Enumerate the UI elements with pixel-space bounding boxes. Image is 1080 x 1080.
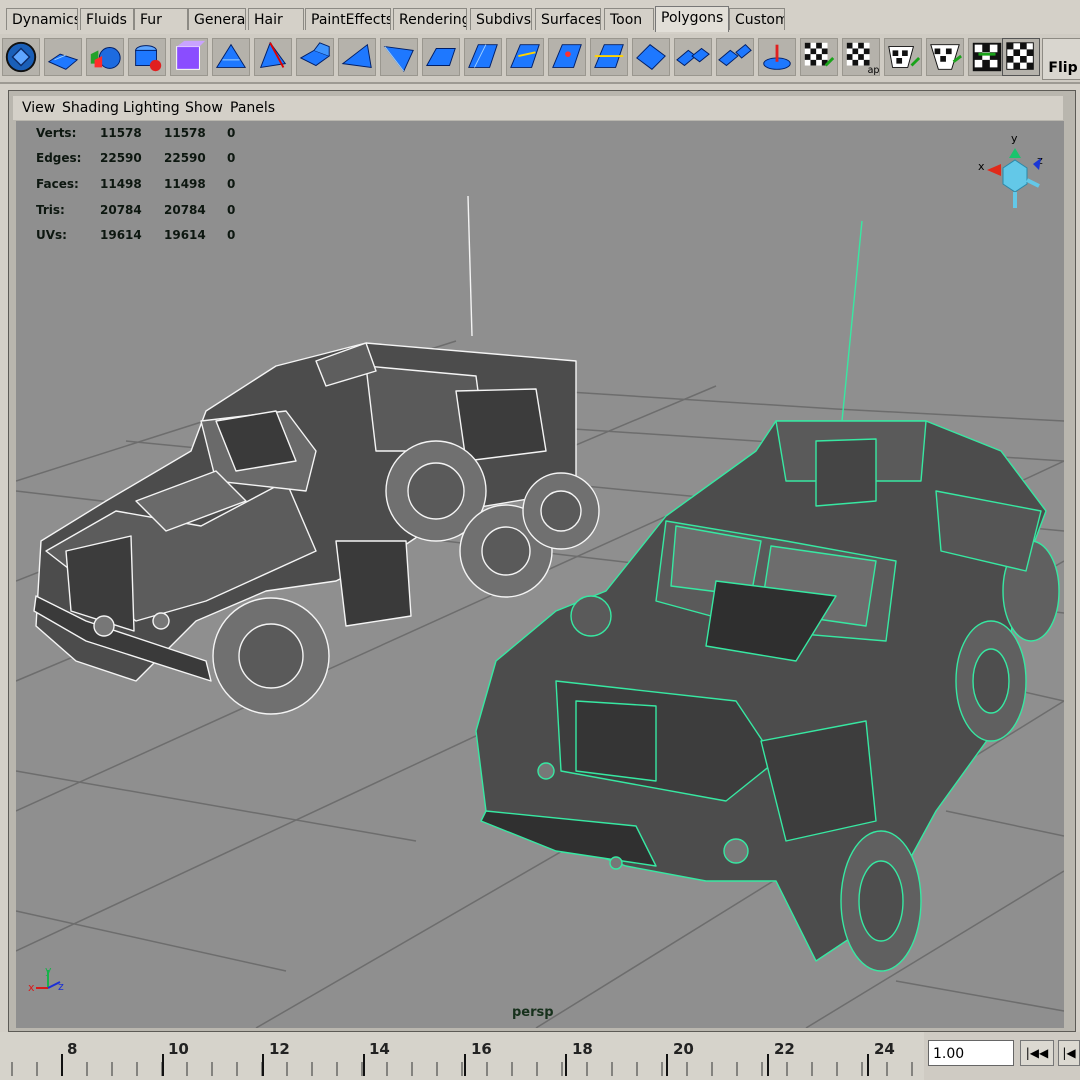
- tab-toon[interactable]: Toon: [604, 8, 654, 30]
- hud-extra: 0: [227, 228, 236, 242]
- spherical-mapping-icon[interactable]: [968, 38, 1006, 76]
- tick-label: 16: [471, 1040, 492, 1058]
- combine-icon[interactable]: [674, 38, 712, 76]
- world-axis-y-label: y: [45, 964, 52, 977]
- tab-painteffects[interactable]: PaintEffects: [305, 8, 391, 30]
- hud-total: 20784: [100, 203, 142, 217]
- hud-row-verts: Verts: 11578 11578 0: [36, 126, 266, 146]
- flip-label: Flip: [1048, 60, 1078, 76]
- polygon-sphere-icon[interactable]: [86, 38, 124, 76]
- hud-total: 19614: [100, 228, 142, 242]
- camera-name-label: persp: [512, 1005, 554, 1020]
- cylindrical-mapping-icon[interactable]: [926, 38, 964, 76]
- tab-surfaces[interactable]: Surfaces: [535, 8, 601, 30]
- flip-button[interactable]: Flip: [1042, 38, 1080, 80]
- panel-menu-bar: View Shading Lighting Show Panels: [13, 96, 1063, 120]
- menu-panels[interactable]: Panels: [230, 100, 275, 116]
- polygon-cube-icon[interactable]: [170, 38, 208, 76]
- truck-mesh-selected[interactable]: [475, 220, 1060, 972]
- tab-rendering[interactable]: Rendering: [393, 8, 467, 30]
- hud-label: Edges:: [36, 151, 82, 165]
- polygon-prism-icon[interactable]: [212, 38, 250, 76]
- hud-label: Faces:: [36, 177, 79, 191]
- truck-mesh-unselected[interactable]: [33, 195, 600, 715]
- tab-polygons[interactable]: Polygons: [655, 6, 729, 32]
- hud-row-uvs: UVs: 19614 19614 0: [36, 228, 266, 248]
- harden-edge-icon[interactable]: [800, 38, 838, 76]
- time-slider-bar: 8 10 12 14 16 18 20 22 24: [0, 1032, 1080, 1080]
- world-axis-x-label: x: [28, 981, 35, 994]
- world-axis-z-label: z: [58, 980, 64, 993]
- hud-row-edges: Edges: 22590 22590 0: [36, 151, 266, 171]
- time-slider[interactable]: 8 10 12 14 16 18 20 22 24: [0, 1032, 924, 1080]
- hud-selected: 19614: [164, 228, 206, 242]
- shelf-tab-bar: Dynamics Fluids Fur General Hair PaintEf…: [0, 0, 1080, 35]
- world-axis-indicator-icon: y x z: [28, 960, 72, 1000]
- view-cube-icon[interactable]: y x z: [975, 128, 1053, 218]
- hud-label: Verts:: [36, 126, 77, 140]
- hud-selected: 11578: [164, 126, 206, 140]
- menu-view[interactable]: View: [22, 100, 55, 116]
- jump-back-icon[interactable]: |◀: [1058, 1040, 1080, 1066]
- bevel-icon[interactable]: [380, 38, 418, 76]
- wedge-face-icon[interactable]: [422, 38, 460, 76]
- hud-extra: 0: [227, 151, 236, 165]
- svg-text:ap: ap: [868, 65, 879, 75]
- menu-lighting[interactable]: Lighting: [123, 100, 180, 116]
- split-polygon-icon[interactable]: [464, 38, 502, 76]
- hud-selected: 11498: [164, 177, 206, 191]
- current-frame-field[interactable]: 1.00: [928, 1040, 1014, 1066]
- hud-total: 11498: [100, 177, 142, 191]
- planar-mapping-icon[interactable]: [884, 38, 922, 76]
- hud-row-faces: Faces: 11498 11498 0: [36, 177, 266, 197]
- polygon-pyramid-icon[interactable]: [254, 38, 292, 76]
- extrude-face-icon[interactable]: [296, 38, 334, 76]
- extract-icon[interactable]: [716, 38, 754, 76]
- soften-edge-icon[interactable]: [758, 38, 796, 76]
- tick-label: 8: [67, 1040, 78, 1058]
- tab-subdivs[interactable]: Subdivs: [470, 8, 532, 30]
- hud-extra: 0: [227, 126, 236, 140]
- duplicate-face-icon[interactable]: [632, 38, 670, 76]
- append-polygon-icon[interactable]: [506, 38, 544, 76]
- create-uvs-icon[interactable]: ap: [842, 38, 880, 76]
- tick-label: 22: [774, 1040, 795, 1058]
- hud-selected: 22590: [164, 151, 206, 165]
- tab-hair[interactable]: Hair: [248, 8, 304, 30]
- extrude-edge-icon[interactable]: [338, 38, 376, 76]
- hud-extra: 0: [227, 203, 236, 217]
- hud-selected: 20784: [164, 203, 206, 217]
- hud-label: Tris:: [36, 203, 65, 217]
- step-to-start-icon[interactable]: |◀◀: [1020, 1040, 1054, 1066]
- polygon-cylinder-icon[interactable]: [128, 38, 166, 76]
- tab-fluids[interactable]: Fluids: [80, 8, 134, 30]
- tab-custom[interactable]: Custom: [729, 8, 785, 30]
- tick-label: 18: [572, 1040, 593, 1058]
- cut-faces-icon[interactable]: [590, 38, 628, 76]
- tab-dynamics[interactable]: Dynamics: [6, 8, 78, 30]
- tick-label: 14: [369, 1040, 390, 1058]
- polygon-plane-icon[interactable]: [44, 38, 82, 76]
- menu-shading[interactable]: Shading: [62, 100, 119, 116]
- tab-general[interactable]: General: [188, 8, 246, 30]
- tick-label: 24: [874, 1040, 895, 1058]
- hud-row-tris: Tris: 20784 20784 0: [36, 203, 266, 223]
- viewport-scene[interactable]: [16, 121, 1064, 1028]
- hud-total: 22590: [100, 151, 142, 165]
- shelf-toolbar: ap Flip: [0, 34, 1080, 84]
- view-axis-x-label: x: [978, 160, 985, 173]
- tick-label: 12: [269, 1040, 290, 1058]
- merge-vertex-icon[interactable]: [548, 38, 586, 76]
- menu-show[interactable]: Show: [185, 100, 223, 116]
- hud-total: 11578: [100, 126, 142, 140]
- tick-label: 10: [168, 1040, 189, 1058]
- perspective-viewport[interactable]: [16, 121, 1064, 1028]
- select-tool-icon[interactable]: [2, 38, 40, 76]
- hud-extra: 0: [227, 177, 236, 191]
- tick-label: 20: [673, 1040, 694, 1058]
- uv-texture-editor-icon[interactable]: [1002, 38, 1040, 76]
- tab-fur[interactable]: Fur: [134, 8, 188, 30]
- hud-label: UVs:: [36, 228, 67, 242]
- view-axis-y-label: y: [1011, 132, 1018, 145]
